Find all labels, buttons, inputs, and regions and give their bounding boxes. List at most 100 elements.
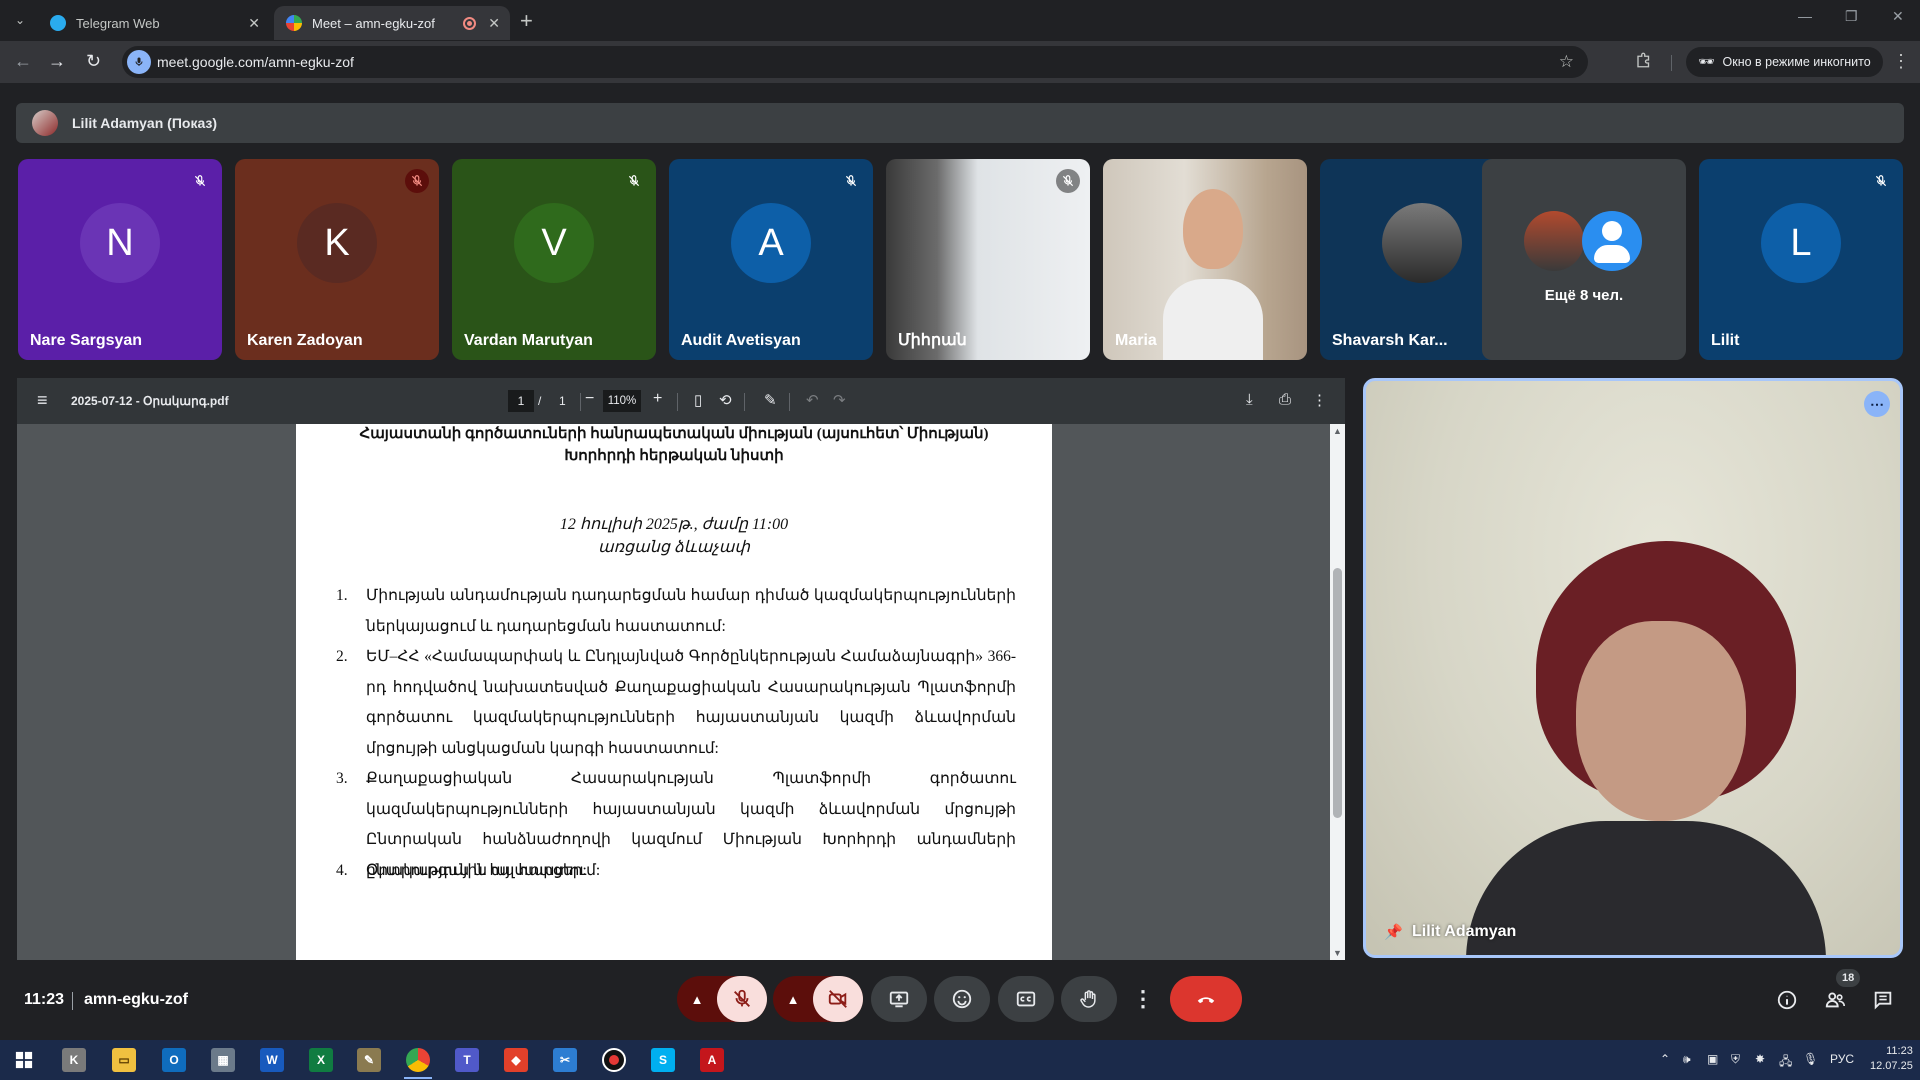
pdf-scrollbar[interactable]: ▲ ▼ [1330,424,1345,960]
file-explorer-icon[interactable]: ▭ [112,1048,136,1072]
agenda-number: 3. [336,770,348,787]
meeting-info-icon[interactable] [1776,989,1798,1016]
camera-options-chevron-icon[interactable]: ▲ [773,992,813,1007]
annotate-pen-icon[interactable]: ✎ [764,391,777,409]
fit-page-icon[interactable]: ▯ [694,391,702,409]
teams-icon[interactable]: T [455,1048,479,1072]
minimize-icon[interactable]: — [1798,8,1812,24]
microphone-permission-icon[interactable] [127,50,151,74]
muted-mic-icon [405,169,429,193]
microphone-control[interactable]: ▲ [677,976,767,1022]
participant-tile[interactable]: V Vardan Marutyan [452,159,656,360]
download-icon[interactable]: ⤓ [1246,391,1253,408]
more-options-button[interactable]: ⋮ [1125,976,1161,1022]
participant-tile[interactable]: K Karen Zadoyan [235,159,439,360]
avatar-initial: A [731,203,811,283]
tab-close-icon[interactable]: ✕ [248,15,260,32]
zoom-out-icon[interactable]: − [585,390,594,408]
mic-off-button[interactable] [717,976,767,1022]
page-separator: / [538,394,542,408]
reactions-button[interactable] [934,976,990,1022]
tab-close-icon[interactable]: ✕ [488,15,500,32]
agenda-number: 2. [336,648,348,665]
redo-icon[interactable]: ↷ [833,391,846,409]
language-indicator[interactable]: РУС [1830,1052,1854,1066]
snipping-tool-icon[interactable]: ✂ [553,1048,577,1072]
rotate-icon[interactable]: ⟲ [719,391,732,409]
anydesk-icon[interactable]: ◆ [504,1048,528,1072]
extensions-puzzle-icon[interactable] [1635,51,1653,74]
participant-name: Shavarsh Kar... [1332,332,1448,349]
raise-hand-button[interactable] [1061,976,1117,1022]
windows-start-icon[interactable] [12,1048,36,1072]
new-tab-plus-icon[interactable]: + [520,8,533,34]
pinned-video-tile[interactable]: ⋯ 📌 Lilit Adamyan [1363,378,1903,958]
calculator-icon[interactable]: ▦ [211,1048,235,1072]
chat-icon[interactable] [1872,989,1894,1016]
incognito-indicator[interactable]: 🕶 Окно в режиме инкогнито [1686,47,1883,77]
excel-icon[interactable]: X [309,1048,333,1072]
microphone-tray-icon[interactable]: 🎙 [1803,1052,1818,1066]
bookmark-star-icon[interactable]: ☆ [1559,52,1574,72]
present-screen-button[interactable] [871,976,927,1022]
restore-icon[interactable]: ❐ [1845,8,1858,25]
tray-app-icon[interactable]: ▣ [1707,1052,1718,1066]
more-participants-tile[interactable]: Ещё 8 чел. [1482,159,1686,360]
skype-icon[interactable]: S [651,1048,675,1072]
scroll-up-icon[interactable]: ▲ [1333,426,1342,436]
scroll-down-icon[interactable]: ▼ [1333,948,1342,958]
toolbar-divider [744,393,745,411]
reload-icon[interactable]: ↻ [86,51,101,72]
camera-control[interactable]: ▲ [773,976,863,1022]
leave-call-button[interactable] [1170,976,1242,1022]
muted-mic-icon [622,169,646,193]
muted-mic-icon [1056,169,1080,193]
back-arrow-icon[interactable]: ← [14,51,32,72]
scrollbar-thumb[interactable] [1333,568,1342,818]
incognito-label: Окно в режиме инкогнито [1722,55,1871,69]
close-window-icon[interactable]: ✕ [1892,8,1904,25]
recorder-icon[interactable] [602,1048,626,1072]
captions-button[interactable] [998,976,1054,1022]
zoom-in-icon[interactable]: + [653,390,662,408]
outlook-icon[interactable]: O [162,1048,186,1072]
browser-menu-icon[interactable]: ⋮ [1892,51,1910,72]
chrome-icon[interactable] [406,1048,430,1072]
tray-app-icon[interactable]: ✸ [1755,1052,1765,1066]
page-number-input[interactable]: 1 [508,390,534,412]
print-icon[interactable]: ⎙ [1279,391,1291,408]
participant-tile-video[interactable]: Maria [1103,159,1307,360]
mic-options-chevron-icon[interactable]: ▲ [677,992,717,1007]
security-icon[interactable]: ⛨ [1731,1052,1740,1067]
network-icon[interactable]: 🖧 [1779,1052,1792,1073]
pinned-participant-name: Lilit Adamyan [1412,923,1517,940]
word-icon[interactable]: W [260,1048,284,1072]
participant-tile[interactable]: L Lilit [1699,159,1903,360]
paint-icon[interactable]: ✎ [357,1048,381,1072]
tile-more-options-icon[interactable]: ⋯ [1864,391,1890,417]
tab-meet[interactable]: Meet – amn-egku-zof ✕ [274,6,510,40]
zoom-input[interactable]: 110% [603,390,641,412]
pdf-more-icon[interactable]: ⋮ [1312,391,1327,409]
undo-icon[interactable]: ↶ [806,391,819,409]
participant-tile-video[interactable]: Միհրան [886,159,1090,360]
pin-icon[interactable]: 📌 [1384,923,1403,941]
tab-telegram[interactable]: Telegram Web ✕ [38,6,270,40]
forward-arrow-icon[interactable]: → [48,51,66,72]
app-icon[interactable]: K [62,1048,86,1072]
tab-search-chevron-icon[interactable]: ⌄ [8,8,32,32]
more-participants-label: Ещё 8 чел. [1544,287,1624,304]
acrobat-icon[interactable]: A [700,1048,724,1072]
participant-tile[interactable]: N Nare Sargsyan [18,159,222,360]
taskbar-clock[interactable]: 11:23 12.07.25 [1870,1044,1913,1074]
people-icon[interactable] [1824,989,1846,1016]
camera-off-button[interactable] [813,976,863,1022]
address-bar[interactable]: meet.google.com/amn-egku-zof ☆ [122,46,1588,78]
tray-chevron-icon[interactable]: ⌃ [1660,1052,1670,1066]
shared-pdf-viewer[interactable]: ≡ 2025-07-12 - Օրակարգ.pdf 1 / 1 − 110% … [17,378,1345,960]
volume-icon[interactable]: 🕪 [1683,1052,1691,1067]
pdf-menu-icon[interactable]: ≡ [37,390,48,411]
participant-tile[interactable]: A Audit Avetisyan [669,159,873,360]
meeting-time: 11:23 [24,991,65,1008]
meet-control-bar: 11:23 amn-egku-zof ▲ ▲ ⋮ [0,970,1920,1030]
